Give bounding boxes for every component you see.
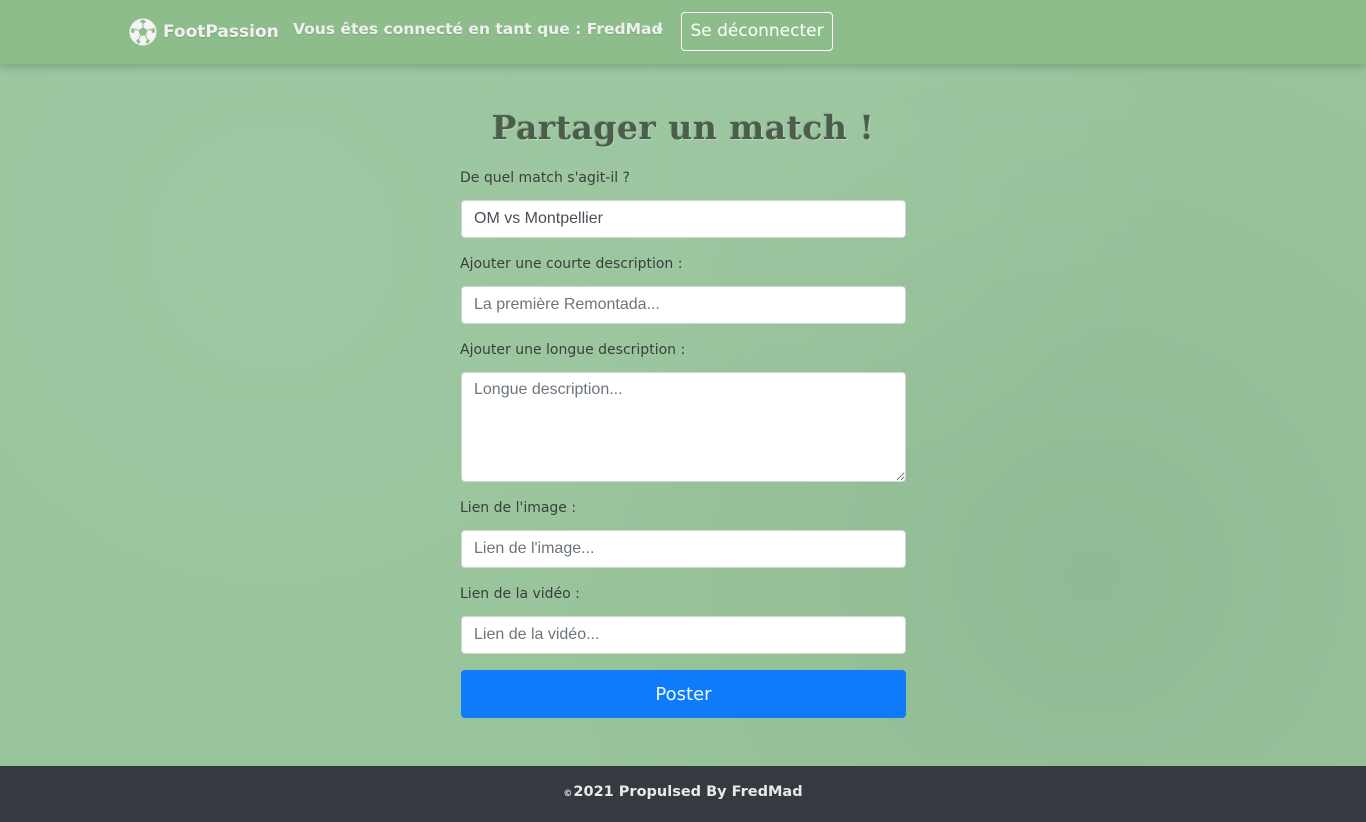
video-link-input[interactable] — [461, 616, 906, 654]
short-description-label: Ajouter une courte description : — [460, 256, 683, 272]
long-description-label: Ajouter une longue description : — [460, 342, 686, 358]
logout-button[interactable]: Se déconnecter — [681, 12, 833, 51]
navbar-separator: - — [656, 19, 664, 39]
short-description-input[interactable] — [461, 286, 906, 324]
long-description-textarea[interactable] — [461, 372, 906, 482]
navbar: FootPassion Vous êtes connecté en tant q… — [0, 0, 1366, 64]
match-label: De quel match s'agit-il ? — [460, 170, 630, 186]
match-input[interactable] — [461, 200, 906, 238]
image-link-input[interactable] — [461, 530, 906, 568]
page-title: Partager un match ! — [491, 108, 875, 147]
video-link-label: Lien de la vidéo : — [460, 586, 580, 602]
soccer-ball-icon — [129, 18, 157, 46]
copyright-symbol: © — [563, 789, 573, 799]
footer: ©2021 Propulsed By FredMad — [0, 766, 1366, 822]
brand-link[interactable]: FootPassion — [129, 16, 279, 48]
logged-in-user-text: Vous êtes connecté en tant que : FredMad — [293, 20, 663, 38]
brand-name: FootPassion — [163, 22, 279, 42]
post-button[interactable]: Poster — [461, 670, 906, 718]
footer-text: 2021 Propulsed By FredMad — [573, 784, 803, 800]
image-link-label: Lien de l'image : — [460, 500, 577, 516]
footer-copyright: ©2021 Propulsed By FredMad — [0, 784, 1366, 800]
